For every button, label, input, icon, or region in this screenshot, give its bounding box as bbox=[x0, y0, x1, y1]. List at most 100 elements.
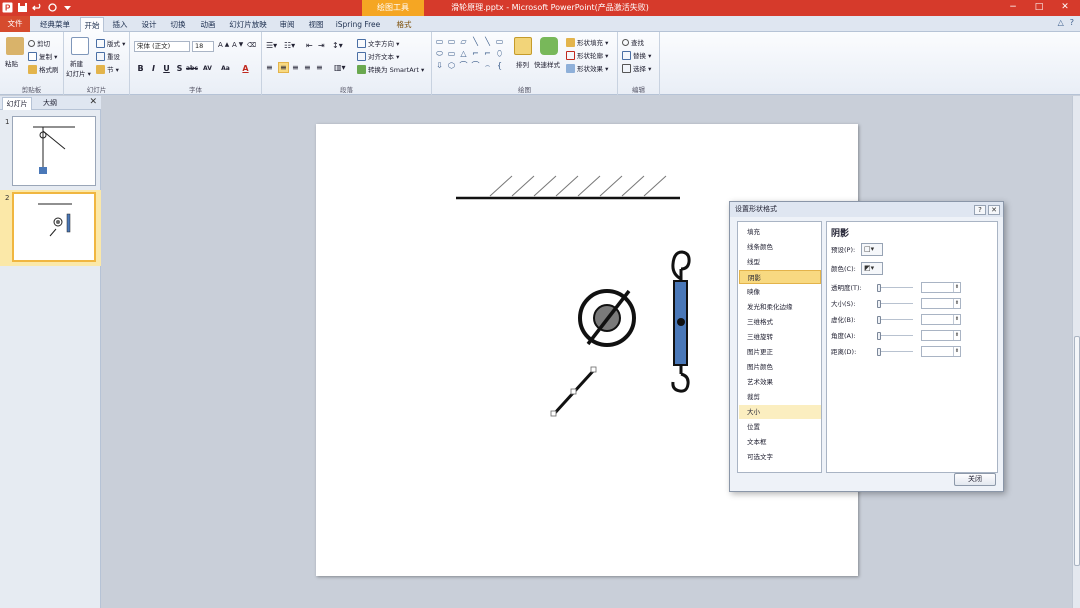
customize-icon[interactable] bbox=[62, 2, 73, 13]
shadow-text-button[interactable]: S bbox=[174, 63, 185, 74]
selected-rope-line[interactable] bbox=[550, 366, 597, 417]
italic-button[interactable]: I bbox=[148, 63, 159, 74]
arrange-button[interactable]: 排列 bbox=[516, 59, 529, 69]
preset-dropdown[interactable]: □▾ bbox=[861, 243, 883, 256]
dialog-close-button[interactable]: 关闭 bbox=[954, 473, 996, 486]
category-artistic-effects[interactable]: 艺术效果 bbox=[739, 375, 821, 389]
spin-arrows-icon[interactable]: ⬍ bbox=[953, 283, 960, 292]
copy-button[interactable]: 复制 ▾ bbox=[28, 51, 57, 61]
dialog-title[interactable]: 设置形状格式 bbox=[730, 202, 1003, 217]
help-icon[interactable]: ? bbox=[1070, 18, 1074, 27]
shape-item[interactable]: ⌐ bbox=[482, 48, 493, 59]
spin-arrows-icon[interactable]: ⬍ bbox=[953, 299, 960, 308]
undo-icon[interactable] bbox=[32, 2, 43, 13]
shape-item[interactable]: ⌐ bbox=[470, 48, 481, 59]
size-slider-knob[interactable] bbox=[877, 300, 881, 308]
shape-item[interactable]: ⬭ bbox=[434, 48, 445, 59]
layout-button[interactable]: 版式 ▾ bbox=[96, 38, 125, 48]
font-name-combo[interactable]: 宋体 (正文) bbox=[134, 41, 190, 52]
category-glow-soft-edges[interactable]: 发光和柔化边缘 bbox=[739, 300, 821, 314]
format-painter-button[interactable]: 格式刷 bbox=[28, 64, 59, 74]
select-button[interactable]: 选择 ▾ bbox=[622, 63, 651, 73]
minimize-button[interactable]: − bbox=[1000, 0, 1026, 16]
shapes-gallery[interactable]: ▭ ▭ ▱ ╲ ╲ ▭ ⬭ ▭ △ ⌐ ⌐ ⬯ ⇩ ⬡ ⌒ ⌒ ⌢ { bbox=[434, 36, 504, 74]
shape-item[interactable]: ╲ bbox=[482, 36, 493, 47]
close-window-button[interactable]: ✕ bbox=[1052, 0, 1078, 16]
paste-button[interactable]: 粘贴 bbox=[5, 58, 18, 68]
text-direction-button[interactable]: 文字方向 ▾ bbox=[357, 38, 399, 48]
spin-arrows-icon[interactable]: ⬍ bbox=[953, 331, 960, 340]
category-shadow[interactable]: 阴影 bbox=[739, 270, 821, 284]
shape-item[interactable]: ╲ bbox=[470, 36, 481, 47]
category-picture-corrections[interactable]: 图片更正 bbox=[739, 345, 821, 359]
shape-fill-button[interactable]: 形状填充 ▾ bbox=[566, 37, 608, 47]
shape-outline-button[interactable]: 形状轮廓 ▾ bbox=[566, 50, 608, 60]
distance-slider-knob[interactable] bbox=[877, 348, 881, 356]
tab-design[interactable]: 设计 bbox=[136, 17, 162, 32]
tab-view[interactable]: 视图 bbox=[303, 17, 329, 32]
minimize-ribbon-icon[interactable]: △ bbox=[1058, 18, 1064, 27]
angle-slider-knob[interactable] bbox=[877, 332, 881, 340]
category-reflection[interactable]: 映像 bbox=[739, 285, 821, 299]
category-alt-text[interactable]: 可选文字 bbox=[739, 450, 821, 464]
increase-indent-icon[interactable]: ⇥ bbox=[318, 41, 325, 50]
shape-item[interactable]: { bbox=[494, 60, 505, 71]
tab-outline-panel[interactable]: 大纲 bbox=[36, 97, 64, 110]
numbering-icon[interactable]: ☷▾ bbox=[284, 41, 295, 50]
shape-item[interactable]: ⌒ bbox=[470, 60, 481, 71]
tab-file[interactable]: 文件 bbox=[0, 16, 30, 32]
category-position[interactable]: 位置 bbox=[739, 420, 821, 434]
transparency-input[interactable]: ⬍ bbox=[921, 282, 961, 293]
category-picture-color[interactable]: 图片颜色 bbox=[739, 360, 821, 374]
transparency-slider-track[interactable] bbox=[877, 287, 913, 288]
save-icon[interactable] bbox=[17, 2, 28, 13]
underline-button[interactable]: U bbox=[161, 63, 172, 74]
ceiling-support[interactable] bbox=[456, 175, 680, 200]
shape-item[interactable]: ⬯ bbox=[494, 48, 505, 59]
spin-arrows-icon[interactable]: ⬍ bbox=[953, 315, 960, 324]
blur-input[interactable]: ⬍ bbox=[921, 314, 961, 325]
columns-icon[interactable]: ▥▾ bbox=[334, 63, 346, 72]
strikethrough-button[interactable]: abc bbox=[186, 63, 198, 74]
shape-item[interactable]: ▭ bbox=[434, 36, 445, 47]
angle-input[interactable]: ⬍ bbox=[921, 330, 961, 341]
distance-input[interactable]: ⬍ bbox=[921, 346, 961, 357]
transparency-slider-knob[interactable] bbox=[877, 284, 881, 292]
clear-format-icon[interactable]: ⌫ bbox=[247, 41, 256, 49]
find-button[interactable]: 查找 bbox=[622, 37, 644, 47]
category-line-style[interactable]: 线型 bbox=[739, 255, 821, 269]
vertical-scrollbar[interactable] bbox=[1072, 96, 1080, 608]
justify-icon[interactable]: ≡ bbox=[304, 63, 311, 72]
maximize-button[interactable]: □ bbox=[1026, 0, 1052, 16]
bold-button[interactable]: B bbox=[135, 63, 146, 74]
reset-button[interactable]: 重设 bbox=[96, 51, 120, 61]
shape-item[interactable]: △ bbox=[458, 48, 469, 59]
shape-item[interactable]: ⬡ bbox=[446, 60, 457, 71]
cut-button[interactable]: 剪切 bbox=[28, 38, 50, 48]
dialog-help-button[interactable]: ? bbox=[974, 205, 986, 215]
tab-animations[interactable]: 动画 bbox=[195, 17, 221, 32]
tab-classic-menu[interactable]: 经典菜单 bbox=[33, 17, 77, 32]
new-slide-button[interactable]: 新建 bbox=[70, 58, 83, 68]
category-line-color[interactable]: 线条颜色 bbox=[739, 240, 821, 254]
quick-styles-button[interactable]: 快速样式 bbox=[534, 59, 560, 69]
category-size[interactable]: 大小 bbox=[739, 405, 821, 419]
category-3d-format[interactable]: 三维格式 bbox=[739, 315, 821, 329]
shape-item[interactable]: ▭ bbox=[446, 36, 457, 47]
grow-font-button[interactable]: A ▲ bbox=[218, 41, 229, 49]
shape-effects-button[interactable]: 形状效果 ▾ bbox=[566, 63, 608, 73]
section-button[interactable]: 节 ▾ bbox=[96, 64, 119, 74]
shape-item[interactable]: ⇩ bbox=[434, 60, 445, 71]
shape-item[interactable]: ⌢ bbox=[482, 60, 493, 71]
shape-item[interactable]: ▭ bbox=[494, 36, 505, 47]
category-text-box[interactable]: 文本框 bbox=[739, 435, 821, 449]
shape-item[interactable]: ⌒ bbox=[458, 60, 469, 71]
decrease-indent-icon[interactable]: ⇤ bbox=[306, 41, 313, 50]
spin-arrows-icon[interactable]: ⬍ bbox=[953, 347, 960, 356]
category-crop[interactable]: 裁剪 bbox=[739, 390, 821, 404]
category-3d-rotation[interactable]: 三维旋转 bbox=[739, 330, 821, 344]
align-text-button[interactable]: 对齐文本 ▾ bbox=[357, 51, 399, 61]
slide-thumbnail-2[interactable]: 2 bbox=[0, 190, 101, 266]
slide-thumbnail-1[interactable]: 1 bbox=[0, 114, 101, 190]
distance-slider-track[interactable] bbox=[877, 351, 913, 352]
